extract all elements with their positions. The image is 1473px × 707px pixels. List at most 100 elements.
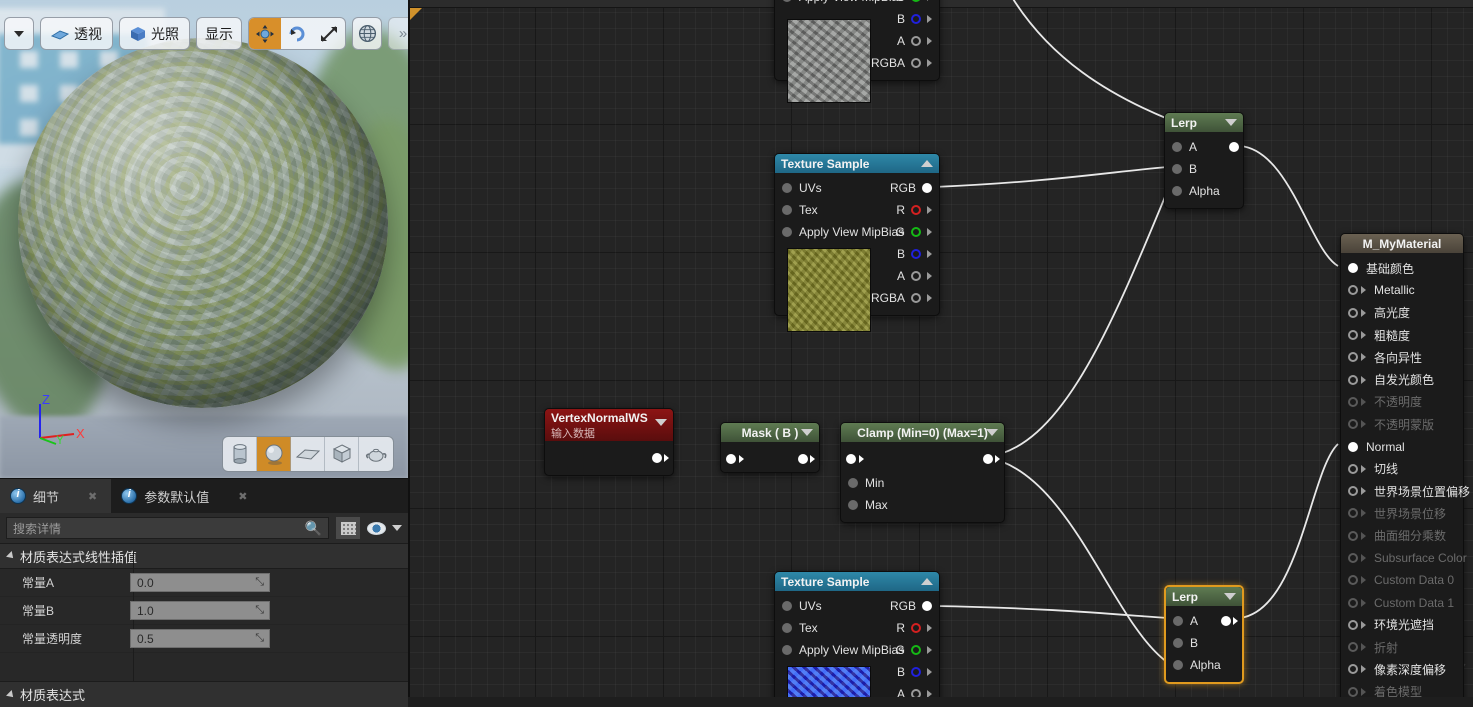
input-pin-3[interactable]: 粗糙度 (1341, 327, 1410, 344)
settings-chevron-icon[interactable] (392, 525, 402, 531)
output-pin-b[interactable]: B (897, 247, 932, 261)
search-input[interactable]: 搜索详情 🔍 (6, 517, 329, 539)
lit-button[interactable]: 光照 (119, 17, 190, 50)
output-pin-g[interactable]: G (896, 225, 932, 239)
tab-details[interactable]: 细节 ✖ (0, 479, 112, 513)
expand-arrows-icon[interactable]: ⤡ (255, 632, 264, 645)
output-pin-rgba[interactable]: RGBA (871, 56, 932, 70)
node-title[interactable]: Mask ( B ) (721, 423, 819, 442)
node-title[interactable]: Lerp (1165, 113, 1243, 132)
input-pin-b[interactable]: B (1166, 636, 1198, 650)
show-button[interactable]: 显示 (196, 17, 242, 50)
input-pin-17[interactable]: 折射 (1341, 639, 1398, 656)
property-input-const-b[interactable]: 1.0 ⤡ (130, 601, 270, 620)
input-pin-max[interactable]: Max (841, 498, 888, 512)
node-mask-b[interactable]: Mask ( B ) (720, 422, 820, 473)
chevron-down-icon[interactable] (1224, 593, 1236, 600)
output-pin-g[interactable]: G (896, 643, 932, 657)
input-pin-4[interactable]: 各向异性 (1341, 349, 1422, 366)
node-title[interactable]: Texture Sample (775, 154, 939, 173)
perspective-button[interactable]: 透视 (40, 17, 113, 50)
output-pin[interactable] (983, 454, 1000, 464)
translate-tool[interactable] (249, 18, 281, 49)
chevron-down-icon[interactable] (801, 429, 813, 436)
output-pin-a[interactable]: A (897, 269, 932, 283)
node-title[interactable]: Texture Sample (775, 572, 939, 591)
output-pin-r[interactable]: R (896, 621, 932, 635)
output-pin-rgb[interactable]: RGB (890, 599, 932, 613)
input-pin-10[interactable]: 世界场景位置偏移 (1341, 483, 1470, 500)
input-pin-2[interactable]: 高光度 (1341, 304, 1410, 321)
input-pin-12[interactable]: 曲面细分乘数 (1341, 527, 1446, 544)
property-section-header-2[interactable]: 材质表达式 (0, 681, 408, 707)
preview-cylinder[interactable] (223, 437, 257, 471)
output-pin-rgb[interactable]: RGB (890, 181, 932, 195)
output-pin-g[interactable]: G (896, 0, 932, 4)
material-graph-canvas[interactable]: 杉 Texture Sample (410, 0, 1473, 697)
input-pin-8[interactable]: Normal (1341, 440, 1405, 454)
output-pin-r[interactable]: R (896, 203, 932, 217)
output-pin-b[interactable]: B (897, 665, 932, 679)
texture-thumbnail[interactable] (787, 248, 871, 332)
property-input-const-alpha[interactable]: 0.5 ⤡ (130, 629, 270, 648)
toolbar-overflow-button[interactable]: » (388, 17, 408, 50)
property-section-header[interactable]: 材质表达式线性插值 (0, 543, 408, 569)
input-pin-1[interactable]: Metallic (1341, 283, 1415, 297)
chevron-up-icon[interactable] (921, 160, 933, 167)
tab-parameter-defaults-close[interactable]: ✖ (238, 490, 247, 503)
input-pin-14[interactable]: Custom Data 0 (1341, 573, 1454, 587)
input-pin-tex[interactable]: Tex (775, 621, 818, 635)
node-lerp-top[interactable]: Lerp A B Alpha (1164, 112, 1244, 209)
preview-sphere[interactable] (257, 437, 291, 471)
input-pin-19[interactable]: 着色模型 (1341, 683, 1422, 697)
node-vertex-normal-ws[interactable]: VertexNormalWS 输入数据 (544, 408, 674, 476)
expand-arrows-icon[interactable]: ⤡ (255, 576, 264, 589)
input-pin-uvs[interactable]: UVs (775, 599, 822, 613)
tab-parameter-defaults[interactable]: 参数默认值 ✖ (111, 479, 261, 513)
input-pin-18[interactable]: 像素深度偏移 (1341, 661, 1446, 678)
expand-arrows-icon[interactable]: ⤡ (255, 604, 264, 617)
tab-details-close[interactable]: ✖ (88, 490, 97, 503)
input-pin-apply-view-mipbias[interactable]: Apply View MipBias (775, 0, 904, 4)
input-pin-uvs[interactable]: UVs (775, 181, 822, 195)
node-clamp[interactable]: Clamp (Min=0) (Max=1) Min Max (840, 422, 1005, 523)
output-pin[interactable] (1221, 616, 1238, 626)
input-pin-6[interactable]: 不透明度 (1341, 393, 1422, 410)
scale-tool[interactable] (313, 18, 345, 49)
input-pin-5[interactable]: 自发光颜色 (1341, 371, 1434, 388)
output-pin-b[interactable]: B (897, 12, 932, 26)
input-pin-tex[interactable]: Tex (775, 203, 818, 217)
texture-thumbnail[interactable] (787, 19, 871, 103)
material-preview-viewport[interactable]: Z X Y 透视 光照 显示 » (0, 0, 408, 478)
input-pin-alpha[interactable]: Alpha (1166, 658, 1221, 672)
input-pin-16[interactable]: 环境光遮挡 (1341, 616, 1434, 633)
column-view-button[interactable] (335, 516, 361, 540)
input-pin-11[interactable]: 世界场景位移 (1341, 505, 1446, 522)
input-pin[interactable] (841, 454, 864, 464)
output-pin-rgba[interactable]: RGBA (871, 291, 932, 305)
node-title[interactable]: VertexNormalWS 输入数据 (545, 409, 673, 441)
input-pin-9[interactable]: 切线 (1341, 460, 1398, 477)
input-pin-7[interactable]: 不透明蒙版 (1341, 416, 1434, 433)
node-texture-sample-bottom[interactable]: Texture Sample UVs RGB Tex R Apply View … (774, 571, 940, 697)
output-pin[interactable] (798, 454, 815, 464)
node-title[interactable]: Lerp (1166, 587, 1242, 606)
input-pin[interactable] (721, 454, 744, 464)
node-title[interactable]: Clamp (Min=0) (Max=1) (841, 423, 1004, 442)
world-space-button[interactable] (352, 17, 382, 50)
node-texture-sample-top[interactable]: Texture Sample UVs RGB Tex (774, 0, 940, 103)
preview-teapot[interactable] (359, 437, 393, 471)
rotate-tool[interactable] (281, 18, 313, 49)
preview-plane[interactable] (291, 437, 325, 471)
property-input-const-a[interactable]: 0.0 ⤡ (130, 573, 270, 592)
view-mode-dropdown[interactable] (4, 17, 34, 50)
node-title[interactable]: M_MyMaterial (1341, 234, 1463, 253)
input-pin-min[interactable]: Min (841, 476, 884, 490)
input-pin-13[interactable]: Subsurface Color (1341, 551, 1467, 565)
input-pin-apply-view-mipbias[interactable]: Apply View MipBias (775, 225, 904, 239)
output-pin[interactable] (1229, 142, 1239, 152)
chevron-down-icon[interactable] (1225, 119, 1237, 126)
node-texture-sample-mid[interactable]: Texture Sample UVs RGB Tex R Apply View … (774, 153, 940, 332)
input-pin-b[interactable]: B (1165, 162, 1197, 176)
output-pin[interactable] (652, 453, 669, 463)
